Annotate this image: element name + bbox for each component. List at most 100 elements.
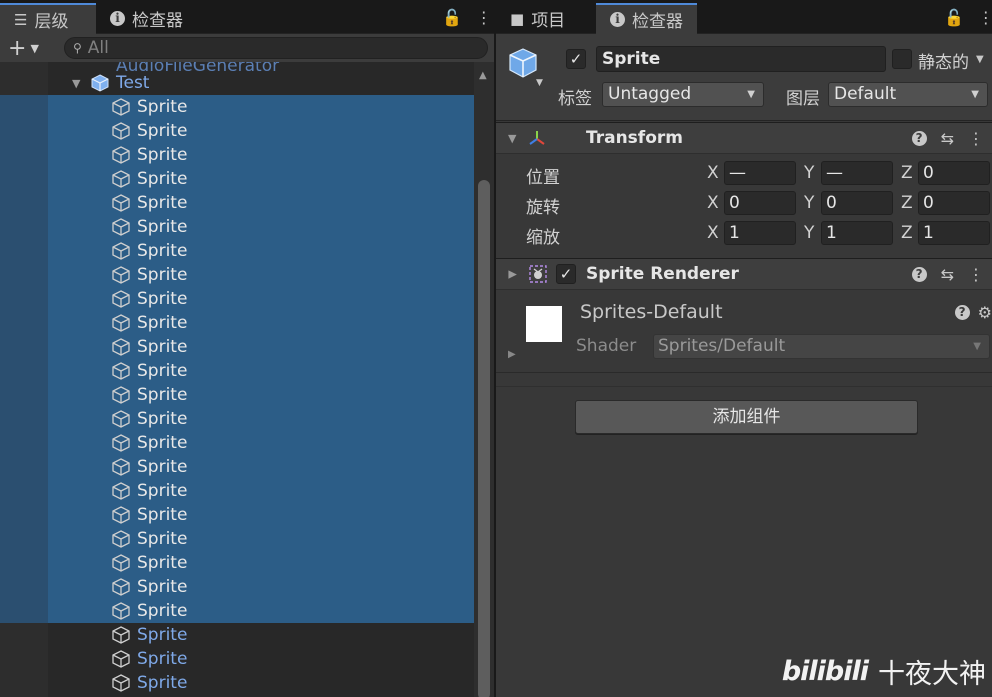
rotation-x-axis-label[interactable]: X bbox=[707, 193, 719, 213]
kebab-menu-icon[interactable]: ⋮ bbox=[968, 265, 984, 284]
hierarchy-item-sprite[interactable]: Sprite bbox=[0, 311, 474, 335]
gameobject-cube-icon bbox=[112, 554, 130, 572]
material-foldout-icon[interactable]: ▶ bbox=[508, 349, 516, 360]
hierarchy-item-sprite[interactable]: Sprite bbox=[0, 383, 474, 407]
hierarchy-item-sprite[interactable]: Sprite bbox=[0, 431, 474, 455]
position-x-axis-label[interactable]: X bbox=[707, 163, 719, 183]
hierarchy-item-sprite[interactable]: Sprite bbox=[0, 335, 474, 359]
position-y-field[interactable]: — bbox=[821, 161, 893, 185]
tab-hierarchy-label: 层级 bbox=[34, 12, 69, 32]
foldout-expanded-icon[interactable]: ▼ bbox=[508, 132, 516, 145]
preset-sliders-icon[interactable]: ⇆ bbox=[941, 129, 954, 148]
folder-icon: ■ bbox=[510, 9, 525, 28]
kebab-menu-icon[interactable]: ⋮ bbox=[978, 8, 992, 27]
tab-project[interactable]: ■ 项目 bbox=[496, 3, 579, 34]
hierarchy-item-sprite[interactable]: Sprite bbox=[0, 119, 474, 143]
hierarchy-item-sprite-label: Sprite bbox=[137, 577, 188, 597]
tag-dropdown[interactable]: Untagged ▼ bbox=[602, 82, 764, 107]
hierarchy-item-test[interactable]: ▼ Test bbox=[0, 71, 474, 95]
hierarchy-item-sprite[interactable]: Sprite bbox=[0, 599, 474, 623]
add-component-button[interactable]: 添加组件 bbox=[575, 400, 918, 434]
scale-z-field[interactable]: 1 bbox=[918, 221, 990, 245]
hierarchy-item-sprite[interactable]: Sprite bbox=[0, 575, 474, 599]
create-dropdown-button[interactable]: + ▼ bbox=[8, 36, 48, 61]
layer-dropdown[interactable]: Default ▼ bbox=[828, 82, 988, 107]
hierarchy-item-sprite[interactable]: Sprite bbox=[0, 215, 474, 239]
hierarchy-item-sprite-label: Sprite bbox=[137, 97, 188, 117]
hierarchy-item-sprite[interactable]: Sprite bbox=[0, 239, 474, 263]
hierarchy-search-field[interactable]: ⚲ All bbox=[64, 37, 488, 59]
hierarchy-item-test-label: Test bbox=[116, 73, 150, 93]
hierarchy-item-sprite-label: Sprite bbox=[137, 145, 188, 165]
sprite-renderer-header[interactable]: ▼ ✓ Sprite Renderer ? ⇆ ⋮ bbox=[496, 258, 992, 290]
cube-icon[interactable] bbox=[506, 46, 540, 80]
gameobject-cube-icon bbox=[112, 266, 130, 284]
scale-x-field[interactable]: 1 bbox=[724, 221, 796, 245]
gear-icon[interactable]: ⚙ bbox=[978, 303, 992, 322]
sprite-renderer-title: Sprite Renderer bbox=[586, 264, 739, 284]
position-z-field[interactable]: 0 bbox=[918, 161, 990, 185]
hierarchy-item-sprite[interactable]: Sprite bbox=[0, 527, 474, 551]
hierarchy-scrollbar[interactable]: ▲ bbox=[474, 62, 494, 697]
rotation-z-axis-label[interactable]: Z bbox=[901, 193, 913, 213]
hierarchy-item-sprite[interactable]: Sprite bbox=[0, 551, 474, 575]
kebab-menu-icon[interactable]: ⋮ bbox=[476, 8, 492, 27]
row-gutter bbox=[0, 671, 48, 695]
hierarchy-item-sprite[interactable]: Sprite bbox=[0, 263, 474, 287]
hierarchy-item-sprite-label: Sprite bbox=[137, 553, 188, 573]
tab-hierarchy[interactable]: ☰ 层级 bbox=[0, 3, 96, 34]
foldout-collapsed-icon[interactable]: ▼ bbox=[506, 270, 519, 278]
gameobject-cube-icon bbox=[112, 410, 130, 428]
help-icon[interactable]: ? bbox=[911, 131, 927, 146]
hierarchy-item-sprite[interactable]: Sprite bbox=[0, 479, 474, 503]
gameobject-name-field[interactable]: Sprite bbox=[596, 46, 886, 72]
hierarchy-item-sprite[interactable]: Sprite bbox=[0, 287, 474, 311]
position-z-axis-label[interactable]: Z bbox=[901, 163, 913, 183]
scale-y-axis-label[interactable]: Y bbox=[804, 223, 814, 243]
rotation-x-field[interactable]: 0 bbox=[724, 191, 796, 215]
tab-inspector[interactable]: i 检查器 bbox=[596, 3, 697, 34]
lock-icon[interactable]: 🔓 bbox=[442, 8, 462, 27]
hierarchy-item-sprite[interactable]: Sprite bbox=[0, 359, 474, 383]
shader-dropdown-value: Sprites/Default bbox=[658, 336, 786, 356]
rotation-y-axis-label[interactable]: Y bbox=[804, 193, 814, 213]
scale-x-axis-label[interactable]: X bbox=[707, 223, 719, 243]
search-placeholder: All bbox=[87, 38, 109, 58]
transform-header[interactable]: ▼ Transform ? ⇆ ⋮ bbox=[496, 122, 992, 154]
scrollbar-thumb[interactable] bbox=[478, 180, 490, 697]
lock-icon[interactable]: 🔓 bbox=[944, 8, 964, 27]
foldout-expanded-icon[interactable]: ▼ bbox=[72, 77, 80, 90]
scale-z-axis-label[interactable]: Z bbox=[901, 223, 913, 243]
hierarchy-item-sprite[interactable]: Sprite bbox=[0, 503, 474, 527]
rotation-label: 旋转 bbox=[526, 198, 560, 218]
position-x-field[interactable]: — bbox=[724, 161, 796, 185]
hierarchy-item-sprite[interactable]: Sprite bbox=[0, 455, 474, 479]
tab-inspector-left[interactable]: i 检查器 bbox=[96, 3, 197, 34]
static-dropdown-arrow[interactable]: ▼ bbox=[976, 54, 984, 65]
scroll-up-arrow-icon[interactable]: ▲ bbox=[479, 70, 487, 81]
hierarchy-item-sprite[interactable]: Sprite bbox=[0, 95, 474, 119]
hierarchy-item-sprite[interactable]: Sprite bbox=[0, 143, 474, 167]
scale-y-field[interactable]: 1 bbox=[821, 221, 893, 245]
icon-dropdown-arrow[interactable]: ▼ bbox=[536, 78, 543, 88]
row-gutter bbox=[0, 263, 48, 287]
hierarchy-item-sprite[interactable]: Sprite bbox=[0, 167, 474, 191]
preset-sliders-icon[interactable]: ⇆ bbox=[941, 265, 954, 284]
help-icon[interactable]: ? bbox=[954, 305, 970, 320]
material-preview-swatch[interactable] bbox=[526, 306, 562, 342]
hierarchy-item-sprite[interactable]: Sprite bbox=[0, 191, 474, 215]
hierarchy-item-sprite[interactable]: Sprite bbox=[0, 623, 474, 647]
gameobject-active-checkbox[interactable]: ✓ bbox=[566, 49, 586, 69]
rotation-y-field[interactable]: 0 bbox=[821, 191, 893, 215]
kebab-menu-icon[interactable]: ⋮ bbox=[968, 129, 984, 148]
rotation-z-field[interactable]: 0 bbox=[918, 191, 990, 215]
hierarchy-item-sprite[interactable]: Sprite bbox=[0, 671, 474, 695]
shader-dropdown[interactable]: Sprites/Default ▼ bbox=[653, 334, 990, 359]
position-y-axis-label[interactable]: Y bbox=[804, 163, 814, 183]
hierarchy-item-sprite[interactable]: Sprite bbox=[0, 407, 474, 431]
hierarchy-item-sprite-label: Sprite bbox=[137, 457, 188, 477]
sprite-renderer-enabled-checkbox[interactable]: ✓ bbox=[556, 264, 576, 284]
hierarchy-item-sprite[interactable]: Sprite bbox=[0, 647, 474, 671]
help-icon[interactable]: ? bbox=[911, 267, 927, 282]
static-checkbox[interactable] bbox=[892, 49, 912, 69]
